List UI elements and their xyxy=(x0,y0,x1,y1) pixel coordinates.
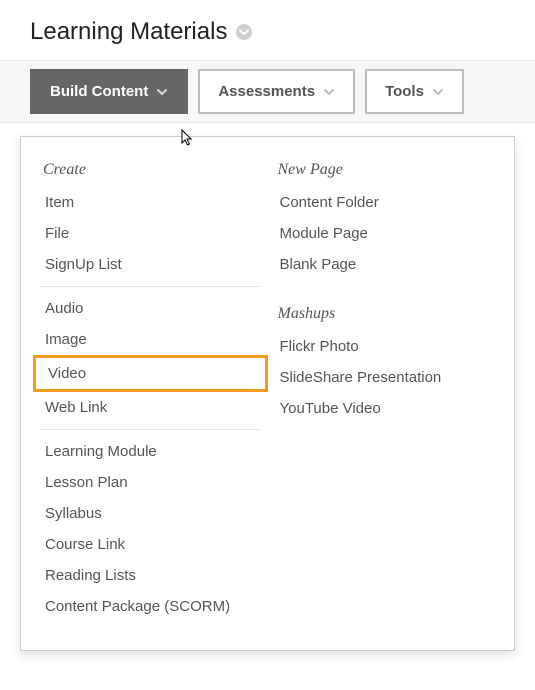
divider xyxy=(41,429,260,430)
page-title: Learning Materials xyxy=(30,18,227,46)
chevron-down-icon xyxy=(156,86,168,98)
build-content-button[interactable]: Build Content xyxy=(30,69,188,114)
chevron-down-icon xyxy=(432,86,444,98)
create-group-3: Learning Module Lesson Plan Syllabus Cou… xyxy=(33,436,268,622)
menu-item-video[interactable]: Video xyxy=(33,355,268,392)
tools-button[interactable]: Tools xyxy=(365,69,464,114)
dropdown-col-left: Create Item File SignUp List Audio Image… xyxy=(33,155,268,622)
divider xyxy=(41,286,260,287)
menu-item-signup-list[interactable]: SignUp List xyxy=(33,249,268,280)
create-group-1: Item File SignUp List xyxy=(33,187,268,280)
action-bar: Build Content Assessments Tools xyxy=(0,60,535,123)
menu-item-slideshare-presentation[interactable]: SlideShare Presentation xyxy=(268,362,503,393)
new-page-list: Content Folder Module Page Blank Page xyxy=(268,187,503,280)
chevron-down-icon xyxy=(323,86,335,98)
menu-item-item[interactable]: Item xyxy=(33,187,268,218)
menu-item-learning-module[interactable]: Learning Module xyxy=(33,436,268,467)
menu-item-content-folder[interactable]: Content Folder xyxy=(268,187,503,218)
mashups-list: Flickr Photo SlideShare Presentation You… xyxy=(268,331,503,424)
new-page-heading: New Page xyxy=(268,155,503,187)
menu-item-syllabus[interactable]: Syllabus xyxy=(33,498,268,529)
tools-label: Tools xyxy=(385,83,424,100)
menu-item-reading-lists[interactable]: Reading Lists xyxy=(33,560,268,591)
create-heading: Create xyxy=(33,155,268,187)
assessments-label: Assessments xyxy=(218,83,315,100)
dropdown-col-right: New Page Content Folder Module Page Blan… xyxy=(268,155,503,622)
menu-item-module-page[interactable]: Module Page xyxy=(268,218,503,249)
menu-item-web-link[interactable]: Web Link xyxy=(33,392,268,423)
menu-item-blank-page[interactable]: Blank Page xyxy=(268,249,503,280)
build-content-dropdown: Create Item File SignUp List Audio Image… xyxy=(20,136,515,651)
menu-item-content-package-scorm[interactable]: Content Package (SCORM) xyxy=(33,591,268,622)
menu-item-flickr-photo[interactable]: Flickr Photo xyxy=(268,331,503,362)
create-group-2: Audio Image Video Web Link xyxy=(33,293,268,423)
menu-item-audio[interactable]: Audio xyxy=(33,293,268,324)
menu-item-course-link[interactable]: Course Link xyxy=(33,529,268,560)
menu-item-youtube-video[interactable]: YouTube Video xyxy=(268,393,503,424)
menu-item-lesson-plan[interactable]: Lesson Plan xyxy=(33,467,268,498)
menu-item-file[interactable]: File xyxy=(33,218,268,249)
menu-item-image[interactable]: Image xyxy=(33,324,268,355)
build-content-label: Build Content xyxy=(50,83,148,100)
chevron-down-icon[interactable] xyxy=(235,23,253,41)
assessments-button[interactable]: Assessments xyxy=(198,69,355,114)
mashups-heading: Mashups xyxy=(268,299,503,331)
